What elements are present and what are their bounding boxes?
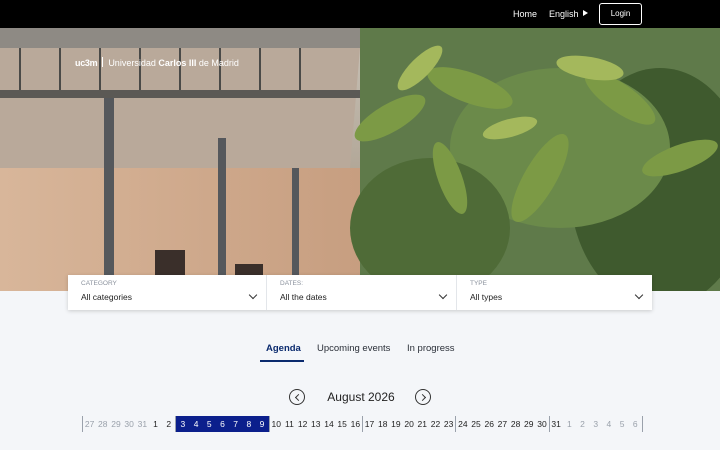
calendar-day[interactable]: 1 — [149, 416, 162, 432]
event-filters: CATEGORY All categories DATES: All the d… — [68, 275, 652, 310]
logo-text-bold: Carlos III — [158, 58, 197, 68]
calendar-day[interactable]: 28 — [96, 416, 109, 432]
type-filter-label: TYPE — [470, 280, 487, 287]
calendar-day[interactable]: 6 — [629, 416, 642, 432]
dates-filter-label: DATES: — [280, 280, 303, 287]
calendar-day[interactable]: 29 — [109, 416, 122, 432]
calendar-day[interactable]: 22 — [429, 416, 442, 432]
calendar-day[interactable]: 31 — [136, 416, 149, 432]
active-tab-indicator — [260, 360, 304, 362]
calendar-day[interactable]: 3 — [589, 416, 602, 432]
selected-day[interactable]: 8 — [242, 416, 256, 432]
dates-filter[interactable]: DATES: All the dates — [266, 275, 456, 310]
hero-banner: uc3m Universidad Carlos III de Madrid — [0, 28, 720, 291]
selected-day[interactable]: 6 — [215, 416, 230, 432]
calendar-day[interactable]: 4 — [602, 416, 615, 432]
calendar-day[interactable]: 24 — [456, 416, 469, 432]
top-navigation-bar: Home English Login — [0, 0, 720, 28]
previous-month-button[interactable] — [289, 389, 305, 405]
logo-divider — [102, 57, 104, 67]
calendar-day[interactable]: 16 — [349, 416, 362, 432]
tab-upcoming-events[interactable]: Upcoming events — [317, 343, 390, 354]
calendar-day[interactable]: 29 — [522, 416, 535, 432]
calendar-day[interactable]: 15 — [336, 416, 349, 432]
home-link[interactable]: Home — [513, 9, 537, 19]
current-month: August 2026 — [327, 390, 395, 404]
logo-text-prefix: Universidad — [108, 58, 159, 68]
caret-right-icon[interactable] — [583, 10, 588, 16]
selected-day[interactable]: 7 — [229, 416, 243, 432]
calendar-day[interactable]: 17 — [363, 416, 376, 432]
selected-day[interactable]: 4 — [189, 416, 203, 432]
selected-day[interactable]: 5 — [202, 416, 216, 432]
calendar-day[interactable]: 14 — [322, 416, 335, 432]
next-month-button[interactable] — [415, 389, 431, 405]
calendar-day[interactable]: 28 — [509, 416, 522, 432]
calendar-day[interactable]: 11 — [283, 416, 296, 432]
calendar-day[interactable]: 10 — [270, 416, 283, 432]
tab-agenda[interactable]: Agenda — [266, 343, 301, 354]
calendar-day[interactable]: 30 — [535, 416, 548, 432]
calendar-day[interactable]: 2 — [162, 416, 175, 432]
calendar-day[interactable]: 26 — [483, 416, 496, 432]
category-filter-value: All categories — [81, 292, 133, 302]
calendar-day[interactable]: 23 — [442, 416, 455, 432]
language-selector[interactable]: English — [549, 9, 579, 19]
calendar-day[interactable]: 19 — [389, 416, 402, 432]
calendar-day[interactable]: 31 — [550, 416, 563, 432]
logo-mark: uc3m — [75, 58, 98, 68]
calendar-day[interactable]: 25 — [469, 416, 482, 432]
calendar-day[interactable]: 12 — [296, 416, 309, 432]
calendar-day[interactable]: 2 — [576, 416, 589, 432]
calendar-day[interactable]: 30 — [123, 416, 136, 432]
calendar-day[interactable]: 18 — [376, 416, 389, 432]
week-separator — [641, 416, 643, 432]
chevron-down-icon — [248, 290, 258, 300]
selected-day[interactable]: 3 — [176, 416, 190, 432]
university-logo[interactable]: uc3m Universidad Carlos III de Madrid — [75, 57, 239, 68]
day-strip: 27 28 29 30 31 1 2 3 4 5 6 7 8 9 10 11 12 13 14 15 16 17 18 19 2… — [82, 416, 643, 432]
category-filter-label: CATEGORY — [81, 280, 117, 287]
calendar-day[interactable]: 1 — [563, 416, 576, 432]
dates-filter-value: All the dates — [280, 292, 327, 302]
logo-text-suffix: de Madrid — [196, 58, 239, 68]
chevron-down-icon — [634, 290, 644, 300]
type-filter-value: All types — [470, 292, 503, 302]
calendar-day[interactable]: 27 — [83, 416, 96, 432]
tab-in-progress[interactable]: In progress — [407, 343, 455, 354]
calendar-day[interactable]: 13 — [309, 416, 322, 432]
login-button[interactable]: Login — [599, 3, 642, 25]
category-filter[interactable]: CATEGORY All categories — [68, 275, 266, 310]
calendar-day[interactable]: 27 — [496, 416, 509, 432]
selected-day[interactable]: 9 — [255, 416, 269, 432]
calendar-day[interactable]: 21 — [416, 416, 429, 432]
chevron-down-icon — [438, 290, 448, 300]
calendar-day[interactable]: 20 — [403, 416, 416, 432]
calendar-day[interactable]: 5 — [616, 416, 629, 432]
type-filter[interactable]: TYPE All types — [456, 275, 652, 310]
